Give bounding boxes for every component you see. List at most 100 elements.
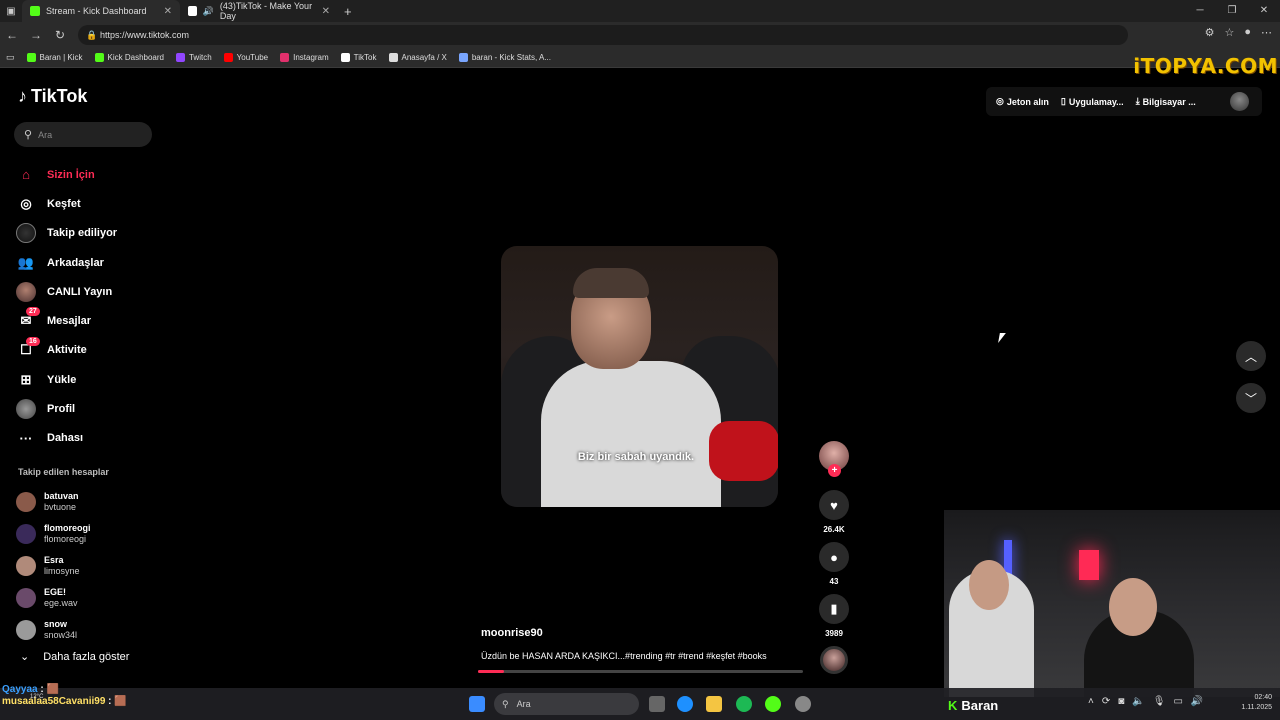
list-item[interactable]: batuvan bvtuone	[16, 486, 156, 518]
tiktok-logo[interactable]: ♪ TikTok	[18, 86, 87, 107]
menu-icon[interactable]: ⋯	[1261, 26, 1272, 39]
video-username[interactable]: moonrise90	[481, 627, 543, 639]
minimize-button[interactable]: ─	[1184, 0, 1216, 22]
chat-message: musaalaa58Cavanii99 : 🟫	[2, 696, 127, 707]
url-field[interactable]: 🔒 https://www.tiktok.com	[78, 25, 1128, 45]
bookmark-instagram[interactable]: Instagram	[280, 53, 329, 62]
mic-icon[interactable]: 🎙	[1153, 696, 1166, 707]
taskbar-search[interactable]: ⚲ Ara	[494, 693, 639, 715]
lock-icon[interactable]: 🔒	[86, 30, 97, 41]
sidebar-item-more[interactable]: ··· Dahası	[16, 424, 156, 453]
bookmark-kick-dashboard[interactable]: Kick Dashboard	[94, 53, 164, 62]
video-player[interactable]: Biz bir sabah uyandık.	[501, 246, 778, 507]
stream-chat-overlay: Qayyaa : 🟫 musaalaa58Cavanii99 : 🟫	[2, 684, 127, 708]
get-coins-button[interactable]: ◎ Jeton alın	[996, 96, 1049, 107]
sidebar-item-profile[interactable]: Profil	[16, 394, 156, 423]
bookmark-baran-kick[interactable]: Baran | Kick	[26, 53, 83, 62]
desktop-app-button[interactable]: ⤓ Bilgisayar ...	[1136, 96, 1196, 107]
stats-icon	[458, 53, 468, 62]
volume-icon[interactable]: 🔈	[1132, 696, 1144, 707]
search-input[interactable]: ⚲ Ara	[14, 122, 152, 147]
show-more-label: Daha fazla göster	[43, 650, 130, 663]
avatar	[16, 588, 36, 608]
tab-tiktok[interactable]: 🔊 (43)TikTok - Make Your Day ✕	[180, 0, 338, 22]
list-item[interactable]: Esra limosyne	[16, 550, 156, 582]
following-accounts-list: batuvan bvtuone flomoreogi flomoreogi Esra…	[16, 486, 156, 646]
bookmark-label: Anasayfa / X	[401, 53, 447, 62]
edge-icon[interactable]	[677, 696, 693, 712]
nav-label: Sizin İçin	[47, 168, 95, 181]
webcam-overlay	[944, 510, 1280, 697]
close-tab-icon[interactable]: ✕	[164, 6, 172, 17]
show-more-button[interactable]: ⌄ Daha fazla göster	[20, 650, 130, 664]
next-video-button[interactable]: ﹀	[1236, 383, 1266, 413]
file-explorer-icon[interactable]	[706, 696, 722, 712]
speaker-icon[interactable]: 🔊	[203, 6, 214, 17]
sidebar-item-live[interactable]: CANLI Yayın	[16, 277, 156, 306]
sidebar-item-following[interactable]: Takip ediliyor	[16, 219, 156, 248]
follow-plus-icon[interactable]: +	[828, 464, 841, 477]
like-button[interactable]: ♥	[819, 490, 849, 520]
account-name: snow	[44, 619, 68, 629]
sync-icon[interactable]: ⟳	[1102, 696, 1110, 707]
sidebar-item-activity[interactable]: ☐ 16 Aktivite	[16, 336, 156, 365]
system-clock[interactable]: 02:40 1.11.2025	[1228, 693, 1272, 713]
bookmark-twitch[interactable]: Twitch	[175, 53, 212, 62]
tab-kick-dashboard[interactable]: Stream - Kick Dashboard ✕	[22, 0, 180, 22]
bookmark-youtube[interactable]: YouTube	[223, 53, 268, 62]
app-icon[interactable]	[765, 696, 781, 712]
speaker-icon[interactable]: 🔊	[1191, 696, 1203, 707]
forward-button[interactable]: →	[24, 28, 48, 42]
video-progress-bar[interactable]	[478, 670, 803, 673]
list-item[interactable]: snow snow34l	[16, 614, 156, 646]
comment-button[interactable]: ●	[819, 542, 849, 572]
bookmark-tiktok[interactable]: TikTok	[340, 53, 377, 62]
tab-actions-icon[interactable]: ▣	[0, 6, 22, 17]
new-tab-button[interactable]: +	[344, 4, 352, 19]
list-item[interactable]: flomoreogi flomoreogi	[16, 518, 156, 550]
sidebar-item-upload[interactable]: ⊞ Yükle	[16, 365, 156, 394]
chevron-up-icon[interactable]: ˄	[1088, 696, 1094, 707]
back-button[interactable]: ←	[0, 28, 24, 42]
maximize-button[interactable]: ❐	[1216, 0, 1248, 22]
chat-message: Qayyaa : 🟫	[2, 684, 59, 695]
sidebar-item-for-you[interactable]: ⌂ Sizin İçin	[16, 160, 156, 189]
close-window-button[interactable]: ✕	[1248, 0, 1280, 22]
download-icon: ⤓	[1135, 96, 1140, 106]
live-icon	[16, 281, 36, 302]
display-icon[interactable]: ▭	[1173, 696, 1182, 707]
friends-icon: 👥	[17, 254, 35, 270]
save-button[interactable]: ▮	[819, 594, 849, 624]
discord-icon[interactable]: ◙	[1118, 696, 1124, 707]
extensions-icon[interactable]: ⚙	[1205, 26, 1215, 39]
comment-icon: ●	[830, 549, 838, 565]
favorites-icon[interactable]: ☆	[1224, 26, 1234, 39]
bookmark-folder-icon[interactable]: ▭	[6, 52, 15, 63]
list-item[interactable]: EGE! ege.wav	[16, 582, 156, 614]
webcam-scene-shape	[1079, 550, 1099, 580]
get-app-button[interactable]: ▯ Uygulamay...	[1061, 96, 1124, 107]
obs-icon[interactable]	[795, 696, 811, 712]
avatar[interactable]	[1230, 92, 1249, 111]
bookmark-kick-stats[interactable]: baran - Kick Stats, A...	[458, 53, 551, 62]
home-icon: ⌂	[22, 167, 30, 183]
sidebar-item-messages[interactable]: ✉ 27 Mesajlar	[16, 306, 156, 335]
refresh-button[interactable]: ↻	[48, 28, 72, 42]
sidebar-item-friends[interactable]: 👥 Arkadaşlar	[16, 248, 156, 277]
sidebar-item-explore[interactable]: ◎ Keşfet	[16, 189, 156, 218]
windows-start-icon[interactable]	[469, 696, 485, 712]
spotify-icon[interactable]	[736, 696, 752, 712]
bookmark-x[interactable]: Anasayfa / X	[388, 53, 447, 62]
get-coins-label: Jeton alın	[1006, 96, 1049, 107]
instagram-icon	[280, 53, 290, 62]
task-view-icon[interactable]	[649, 696, 665, 712]
nav-label: Dahası	[47, 432, 84, 445]
music-disc-avatar[interactable]	[820, 646, 848, 674]
close-tab-icon[interactable]: ✕	[322, 6, 330, 17]
comment-count: 43	[829, 577, 839, 586]
profile-icon[interactable]: ●	[1244, 26, 1251, 39]
kick-icon	[94, 53, 104, 62]
phone-icon: ▯	[1060, 96, 1066, 106]
previous-video-button[interactable]: ︿	[1236, 341, 1266, 371]
tiktok-note-icon: ♪	[18, 86, 27, 106]
